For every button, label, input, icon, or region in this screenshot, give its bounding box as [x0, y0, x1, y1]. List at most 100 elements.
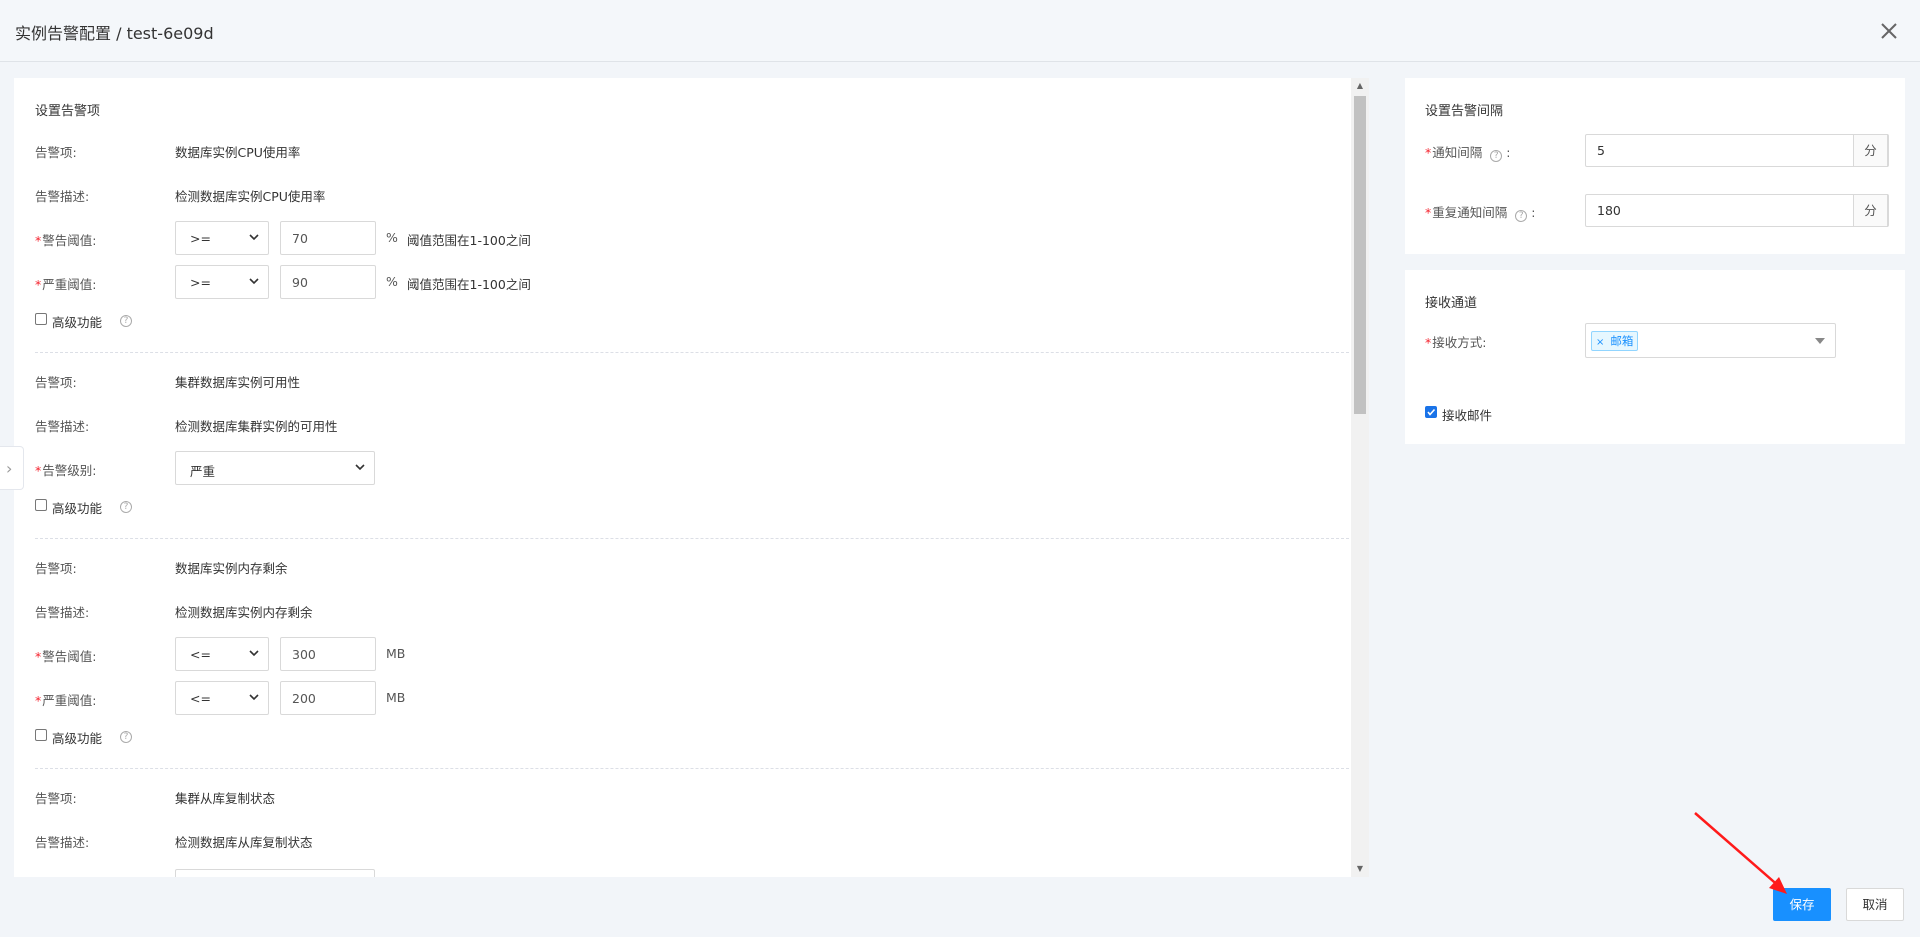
- receive-method-select[interactable]: × 邮箱: [1585, 323, 1836, 358]
- label-colon: :: [1531, 205, 1536, 220]
- annotation-arrow: [1694, 812, 1787, 894]
- warn-threshold-input[interactable]: 300: [280, 637, 376, 671]
- checkmark-icon: [1427, 408, 1436, 416]
- alarm-desc-value: 检测数据库从库复制状态: [175, 835, 313, 850]
- alarm-desc-label: 告警描述:: [35, 189, 90, 204]
- question-circle-icon[interactable]: ?: [120, 731, 132, 743]
- channel-card-title: 接收通道: [1425, 296, 1478, 311]
- scroll-down-icon[interactable]: ▼: [1351, 861, 1369, 877]
- expand-sidebar-button[interactable]: ›: [0, 446, 24, 490]
- dialog-header: 实例告警配置 / test-6e09d: [0, 0, 1920, 62]
- alarm-level-select[interactable]: [175, 869, 375, 877]
- notify-interval-value: 5: [1597, 143, 1605, 158]
- question-circle-icon[interactable]: ?: [120, 501, 132, 513]
- group-divider: [35, 538, 1349, 539]
- receive-method-label: *接收方式:: [1425, 332, 1486, 351]
- crit-threshold-input[interactable]: 200: [280, 681, 376, 715]
- alarm-desc-label: 告警描述:: [35, 419, 90, 434]
- caret-down-icon: [1815, 338, 1825, 344]
- alarm-level-label-text: 告警级别:: [42, 463, 97, 478]
- close-icon[interactable]: [1874, 16, 1904, 46]
- alarm-desc-label: 告警描述:: [35, 835, 90, 850]
- notify-interval-label-text: 通知间隔: [1432, 145, 1483, 160]
- repeat-interval-label-text: 重复通知间隔: [1432, 205, 1508, 220]
- crit-threshold-input[interactable]: 90: [280, 265, 376, 299]
- alarm-item-label: 告警项:: [35, 375, 77, 390]
- required-mark: *: [1425, 335, 1432, 350]
- crit-threshold-unit: MB: [386, 690, 406, 705]
- repeat-interval-unit: 分: [1853, 194, 1888, 227]
- alarm-item-value: 集群从库复制状态: [175, 791, 276, 806]
- receive-email-label: 接收邮件: [1442, 408, 1493, 423]
- cancel-button[interactable]: 取消: [1846, 888, 1904, 921]
- crit-operator-select[interactable]: >=: [175, 265, 269, 299]
- advanced-label: 高级功能: [52, 315, 103, 330]
- advanced-label: 高级功能: [52, 501, 103, 516]
- warn-threshold-label-text: 警告阈值:: [42, 649, 97, 664]
- warn-operator-value: <=: [190, 647, 211, 662]
- question-circle-icon[interactable]: ?: [1515, 210, 1528, 222]
- group-divider: [35, 352, 1349, 353]
- label-colon: :: [1506, 145, 1511, 160]
- crit-threshold-label: *严重阈值:: [35, 274, 96, 293]
- notify-interval-input[interactable]: 5 分: [1585, 134, 1889, 167]
- alarm-item-label: 告警项:: [35, 791, 77, 806]
- alarm-level-select[interactable]: 严重: [175, 451, 375, 485]
- crit-threshold-label-text: 严重阈值:: [42, 693, 97, 708]
- group-divider: [35, 768, 1349, 769]
- alarm-desc-value: 检测数据库集群实例的可用性: [175, 419, 338, 434]
- receive-method-label-text: 接收方式:: [1432, 335, 1487, 350]
- chevron-down-icon: [249, 650, 259, 657]
- vertical-scrollbar[interactable]: ▲ ▼: [1351, 78, 1369, 877]
- alarm-item-value: 集群数据库实例可用性: [175, 375, 301, 390]
- alarm-item-value: 数据库实例CPU使用率: [175, 145, 301, 160]
- repeat-interval-input[interactable]: 180 分: [1585, 194, 1889, 227]
- alarm-level-label: *告警级别:: [35, 460, 96, 479]
- required-mark: *: [1425, 145, 1432, 160]
- scroll-thumb[interactable]: [1354, 96, 1366, 414]
- receive-email-checkbox[interactable]: [1425, 406, 1437, 418]
- advanced-checkbox[interactable]: [35, 729, 47, 741]
- warn-threshold-hint: 阈值范围在1-100之间: [407, 233, 531, 248]
- repeat-interval-value: 180: [1597, 203, 1621, 218]
- advanced-checkbox[interactable]: [35, 499, 47, 511]
- alarm-level-value: 严重: [190, 464, 216, 479]
- warn-operator-select[interactable]: >=: [175, 221, 269, 255]
- alarm-desc-value: 检测数据库实例CPU使用率: [175, 189, 326, 204]
- alarm-item-label: 告警项:: [35, 145, 77, 160]
- interval-card-title: 设置告警间隔: [1425, 104, 1504, 119]
- warn-operator-value: >=: [190, 231, 211, 246]
- required-mark: *: [35, 277, 42, 292]
- interval-card: 设置告警间隔 *通知间隔 ?: 5 分 *重复通知间隔 ?: 180 分: [1405, 78, 1905, 254]
- notify-interval-label: *通知间隔 ?:: [1425, 142, 1511, 162]
- tag-label: 邮箱: [1610, 334, 1634, 348]
- crit-threshold-hint: 阈值范围在1-100之间: [407, 277, 531, 292]
- required-mark: *: [35, 463, 42, 478]
- alarm-item-value: 数据库实例内存剩余: [175, 561, 288, 576]
- scroll-up-icon[interactable]: ▲: [1351, 78, 1369, 94]
- chevron-down-icon: [355, 464, 365, 471]
- tag-remove-icon[interactable]: ×: [1596, 337, 1604, 348]
- crit-operator-select[interactable]: <=: [175, 681, 269, 715]
- crit-threshold-unit: %: [386, 274, 398, 289]
- tag-mailbox: × 邮箱: [1591, 331, 1639, 351]
- warn-operator-select[interactable]: <=: [175, 637, 269, 671]
- alarm-items-scroll-area[interactable]: 设置告警项 告警项: 数据库实例CPU使用率 告警描述: 检测数据库实例CPU使…: [14, 78, 1350, 877]
- warn-threshold-input[interactable]: 70: [280, 221, 376, 255]
- repeat-interval-label: *重复通知间隔 ?:: [1425, 202, 1536, 222]
- chevron-down-icon: [249, 694, 259, 701]
- notify-interval-unit: 分: [1853, 134, 1888, 167]
- warn-threshold-unit: %: [386, 230, 398, 245]
- required-mark: *: [35, 649, 42, 664]
- question-circle-icon[interactable]: ?: [120, 315, 132, 327]
- alarm-desc-label: 告警描述:: [35, 605, 90, 620]
- advanced-label: 高级功能: [52, 731, 103, 746]
- crit-threshold-label-text: 严重阈值:: [42, 277, 97, 292]
- question-circle-icon[interactable]: ?: [1490, 150, 1503, 162]
- warn-threshold-label-text: 警告阈值:: [42, 233, 97, 248]
- crit-threshold-value: 90: [292, 275, 308, 290]
- required-mark: *: [35, 693, 42, 708]
- alarm-desc-value: 检测数据库实例内存剩余: [175, 605, 313, 620]
- required-mark: *: [35, 233, 42, 248]
- advanced-checkbox[interactable]: [35, 313, 47, 325]
